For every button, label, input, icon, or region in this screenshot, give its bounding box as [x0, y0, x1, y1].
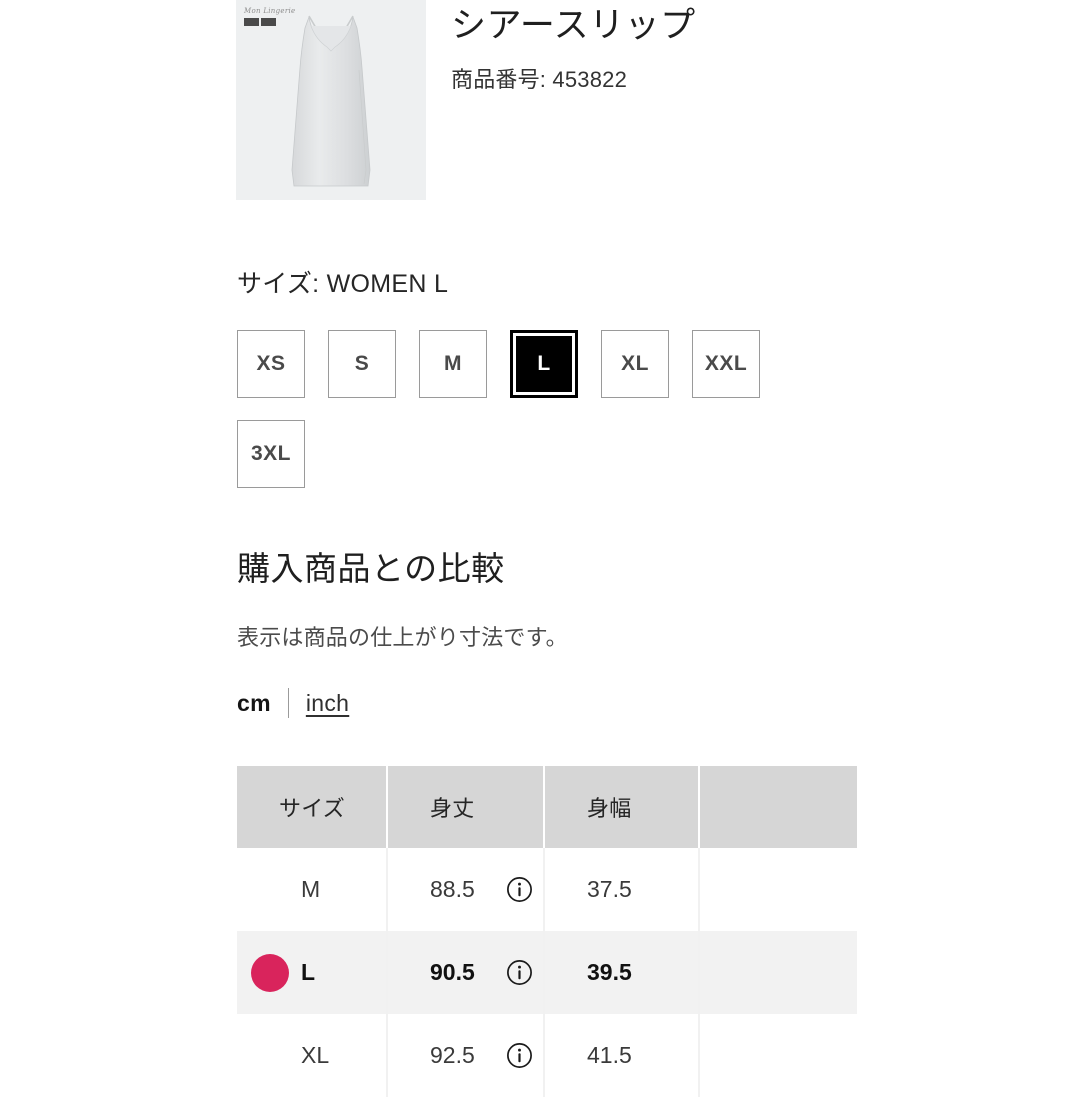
column-header-blank	[699, 766, 857, 848]
unit-toggle-inch[interactable]: inch	[306, 690, 349, 717]
row-width-value: 37.5	[587, 876, 632, 902]
size-option-xxl[interactable]: XXL	[692, 330, 760, 398]
page-title: シアースリップ	[451, 6, 696, 45]
cell-extra	[699, 848, 857, 931]
row-length-value: 92.5	[430, 1042, 475, 1068]
size-option-m[interactable]: M	[419, 330, 487, 398]
cell-width: 41.5	[544, 1014, 700, 1097]
cell-extra	[699, 931, 857, 1014]
row-width-value: 41.5	[587, 1042, 632, 1068]
unit-toggle: cm inch	[237, 688, 349, 718]
info-icon[interactable]	[506, 1042, 533, 1069]
table-row: XL 92.5 41.5	[237, 1014, 857, 1097]
product-title-block: シアースリップ 商品番号: 453822	[451, 0, 696, 94]
cell-width: 39.5	[544, 931, 700, 1014]
cell-length: 88.5	[387, 848, 545, 931]
info-icon[interactable]	[506, 876, 533, 903]
row-size-label: XL	[301, 1042, 330, 1068]
comparison-heading: 購入商品との比較	[237, 550, 505, 587]
unit-toggle-cm[interactable]: cm	[237, 690, 271, 717]
product-size-comparison-page: Mon Lingerie シアースリップ 商品番号: 453822 サイズ: W…	[0, 0, 1080, 1097]
table-row: M 88.5 37.5	[237, 848, 857, 931]
cell-width: 37.5	[544, 848, 700, 931]
size-comparison-table: サイズ 身丈 身幅 M 88.5 37.5 L 90.5 39.5 XL 92.…	[237, 766, 857, 1097]
cell-length: 90.5	[387, 931, 545, 1014]
column-header-width: 身幅	[544, 766, 700, 848]
cell-length: 92.5	[387, 1014, 545, 1097]
size-option-xs[interactable]: XS	[237, 330, 305, 398]
row-size-label: M	[301, 876, 321, 902]
cell-size: XL	[237, 1014, 388, 1097]
size-option-3xl[interactable]: 3XL	[237, 420, 305, 488]
size-option-xl[interactable]: XL	[601, 330, 669, 398]
product-thumbnail[interactable]: Mon Lingerie	[236, 0, 426, 200]
row-width-value: 39.5	[587, 959, 632, 985]
cell-size: L	[237, 931, 388, 1014]
dress-image	[236, 0, 426, 200]
product-header: Mon Lingerie シアースリップ 商品番号: 453822	[236, 0, 696, 200]
selected-size-dot	[251, 953, 289, 992]
cell-extra	[699, 1014, 857, 1097]
table-header-row: サイズ 身丈 身幅	[237, 766, 857, 848]
row-length-value: 90.5	[430, 959, 475, 985]
column-header-size: サイズ	[237, 766, 388, 848]
row-size-label: L	[301, 959, 316, 985]
info-icon[interactable]	[506, 959, 533, 986]
comparison-note: 表示は商品の仕上がり寸法です。	[237, 625, 568, 650]
size-option-s[interactable]: S	[328, 330, 396, 398]
unit-toggle-divider	[287, 688, 289, 718]
column-header-length: 身丈	[387, 766, 545, 848]
size-option-grid: XS S M L XL XXL 3XL	[237, 330, 837, 488]
selected-size-label: サイズ: WOMEN L	[237, 270, 449, 298]
dress-illustration-icon	[291, 15, 371, 187]
product-code: 商品番号: 453822	[451, 66, 628, 92]
cell-size: M	[237, 848, 388, 931]
row-length-value: 88.5	[430, 876, 475, 902]
table-row: L 90.5 39.5	[237, 931, 857, 1014]
size-option-l[interactable]: L	[510, 330, 578, 398]
